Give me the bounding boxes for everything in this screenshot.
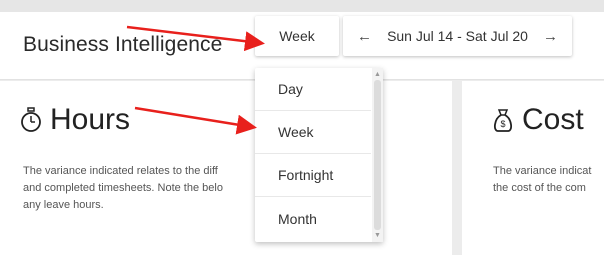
- hours-card-heading: Hours: [50, 103, 131, 136]
- dropdown-scrollbar[interactable]: ▲ ▼: [372, 68, 383, 242]
- period-option-label: Fortnight: [278, 167, 334, 183]
- period-option-label: Week: [278, 124, 314, 140]
- cost-desc-line-1: The variance indicat: [493, 165, 592, 177]
- period-option-day[interactable]: Day: [255, 68, 371, 111]
- page-title: Business Intelligence: [23, 33, 223, 56]
- scroll-down-icon[interactable]: ▼: [374, 232, 381, 239]
- period-option-month[interactable]: Month: [255, 197, 371, 240]
- period-option-fortnight[interactable]: Fortnight: [255, 154, 371, 197]
- cost-card-description: The variance indicat the cost of the com: [493, 163, 604, 197]
- period-dropdown-menu: Day Week Fortnight Month ▲ ▼: [255, 68, 383, 242]
- period-select-button[interactable]: Week: [255, 16, 339, 56]
- money-bag-icon: $: [494, 109, 512, 132]
- top-strip: [0, 0, 604, 12]
- period-option-label: Day: [278, 81, 303, 97]
- cost-card: $ Cost The variance indicat the cost of …: [462, 81, 604, 255]
- scrollbar-thumb[interactable]: [374, 80, 381, 230]
- svg-text:$: $: [500, 119, 505, 129]
- hours-card: Hours The variance indicated relates to …: [0, 81, 452, 255]
- stopwatch-icon: [21, 107, 41, 132]
- cost-desc-line-2: the cost of the com: [493, 182, 586, 194]
- date-range-navigator: ← Sun Jul 14 - Sat Jul 20 →: [343, 16, 572, 56]
- next-period-icon[interactable]: →: [543, 28, 558, 45]
- period-select-label: Week: [279, 28, 315, 44]
- period-option-label: Month: [278, 210, 317, 227]
- scroll-up-icon[interactable]: ▲: [374, 71, 381, 78]
- period-option-week[interactable]: Week: [255, 111, 371, 154]
- date-range-label: Sun Jul 14 - Sat Jul 20: [387, 28, 528, 44]
- hours-card-title: Hours: [20, 103, 130, 137]
- previous-period-icon[interactable]: ←: [357, 28, 372, 45]
- cost-card-heading: Cost: [522, 103, 584, 136]
- cost-card-title: $ Cost: [492, 103, 584, 137]
